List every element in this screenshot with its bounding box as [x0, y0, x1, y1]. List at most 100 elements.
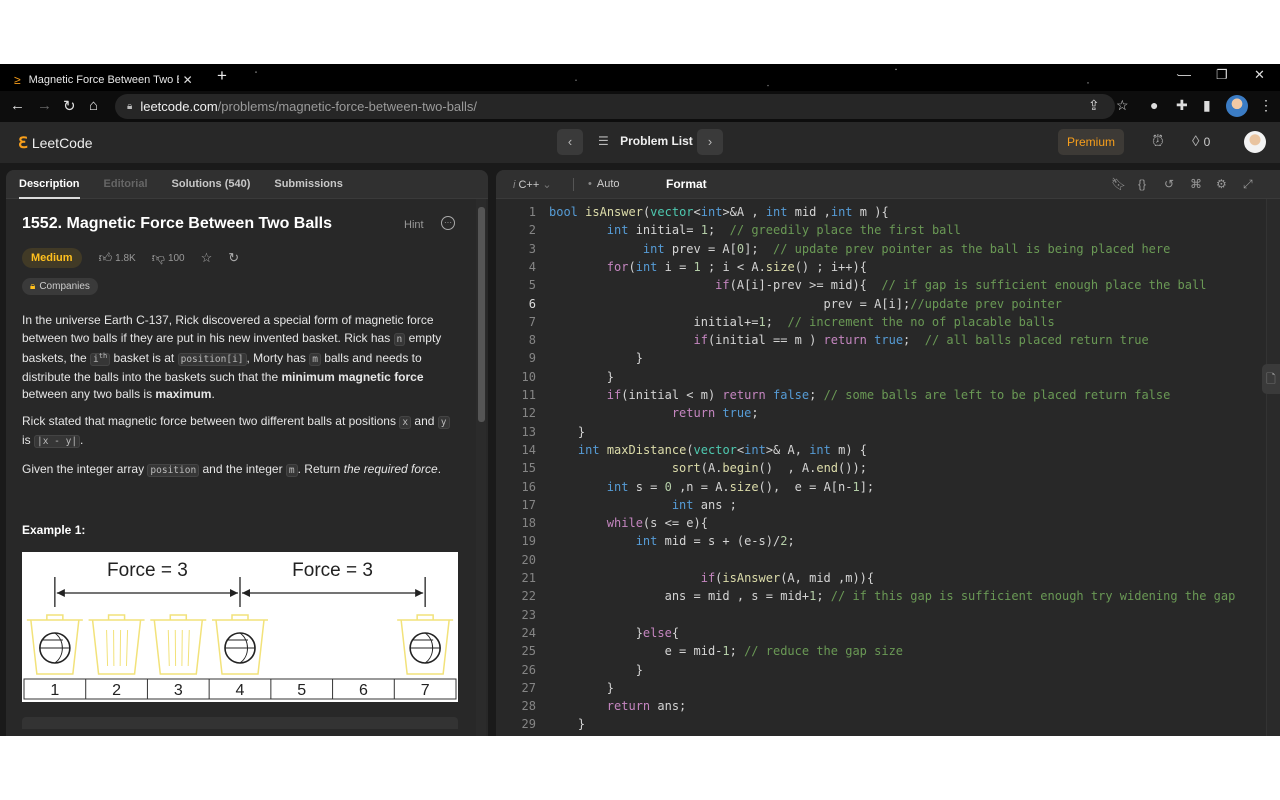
- url-input[interactable]: 🔒︎ leetcode.com /problems/magnetic-force…: [115, 94, 1115, 119]
- puzzle-icon[interactable]: ✚: [1176, 97, 1188, 114]
- forward-icon[interactable]: →: [37, 97, 52, 114]
- tab-submissions[interactable]: Submissions: [274, 170, 342, 199]
- language-select[interactable]: i C++ ⌄: [513, 178, 552, 191]
- browser-tab[interactable]: ≥ Magnetic Force Between Two Bal ✕: [14, 68, 204, 91]
- settings-gear-icon[interactable]: ⚙: [1216, 177, 1227, 191]
- companies-tag[interactable]: 🔒︎ Companies: [22, 278, 98, 295]
- new-tab-icon[interactable]: +: [217, 66, 227, 86]
- code-line[interactable]: int prev = A[0]; // update prev pointer …: [549, 242, 1170, 256]
- menu-icon[interactable]: ⋮: [1259, 97, 1273, 114]
- tab-description[interactable]: Description: [19, 170, 80, 199]
- bookmark-icon[interactable]: 🔖︎: [1111, 177, 1126, 191]
- favorite-star-icon[interactable]: ☆: [201, 250, 213, 266]
- line-number: 11: [521, 388, 536, 402]
- hint-button[interactable]: Hint: [404, 219, 424, 231]
- next-problem-button[interactable]: ›: [697, 129, 723, 155]
- code-line[interactable]: return ans;: [549, 699, 686, 713]
- basket-stripe: [187, 629, 190, 667]
- timer-icon[interactable]: ⏰︎: [1152, 133, 1164, 150]
- share-icon[interactable]: ⇪: [1088, 97, 1100, 114]
- code-line[interactable]: if(A[i]-prev >= mid){ // if gap is suffi…: [549, 278, 1206, 292]
- like-button[interactable]: 👍︎ 1.8K: [99, 250, 136, 266]
- braces-icon[interactable]: {}: [1138, 177, 1146, 191]
- basket-icon: [150, 614, 207, 675]
- code-line[interactable]: e = mid-1; // reduce the gap size: [549, 644, 903, 658]
- code-line[interactable]: if(isAnswer(A, mid ,m)){: [549, 571, 874, 585]
- code-line[interactable]: int s = 0 ,n = A.size(), e = A[n-1];: [549, 480, 874, 494]
- code-line[interactable]: int maxDistance(vector<int>& A, int m) {: [549, 443, 867, 457]
- home-icon[interactable]: ⌂: [89, 97, 98, 114]
- line-number: 13: [521, 424, 536, 439]
- line-number: 8: [528, 333, 536, 348]
- tab-editorial[interactable]: Editorial: [104, 170, 148, 199]
- line-number: 15: [521, 461, 536, 476]
- code-line[interactable]: if(initial == m ) return true; // all ba…: [549, 333, 1149, 347]
- code-area[interactable]: 1 bool isAnswer(vector<int>&A , int mid ,…: [496, 199, 1280, 736]
- sidebar-icon[interactable]: ▮: [1203, 97, 1211, 114]
- code-line[interactable]: while(s <= e){: [549, 516, 708, 530]
- dislike-button[interactable]: 👎︎ 100: [152, 250, 185, 266]
- code-line[interactable]: }: [549, 681, 614, 695]
- file-icon[interactable]: 🗋: [1262, 364, 1280, 394]
- code-line[interactable]: bool isAnswer(vector<int>&A , int mid ,i…: [549, 205, 889, 219]
- code-line[interactable]: }else{: [549, 626, 679, 640]
- auto-mode-label: Auto: [596, 178, 620, 190]
- code-line[interactable]: return true;: [549, 406, 759, 420]
- code-line[interactable]: }: [549, 370, 614, 384]
- arrowhead-left: [242, 589, 250, 597]
- line-number: 18: [521, 516, 536, 531]
- share-link-icon[interactable]: ↻: [228, 250, 239, 266]
- reset-icon[interactable]: ↺: [1164, 177, 1174, 191]
- streak-button[interactable]: ◊ 0: [1192, 133, 1210, 150]
- star-icon[interactable]: ☆: [1116, 97, 1129, 114]
- example-figure: 1 2 3 4 5 6 7 Force = 3 Force = 3: [22, 552, 458, 702]
- language-label: C++: [518, 178, 540, 191]
- code-line[interactable]: if(initial < m) return false; // some ba…: [549, 388, 1171, 402]
- leetcode-logo[interactable]: ℇ LeetCode: [18, 133, 93, 153]
- description-scrollbar[interactable]: [476, 199, 486, 736]
- format-button[interactable]: Format: [666, 177, 707, 191]
- premium-button[interactable]: Premium: [1058, 129, 1124, 155]
- panel-resize-handle[interactable]: [488, 170, 496, 736]
- code-line[interactable]: initial+=1; // increment the no of placa…: [549, 315, 1054, 329]
- arrowhead-right: [230, 589, 238, 597]
- editor-scrollbar[interactable]: [1266, 199, 1280, 736]
- code-line[interactable]: }: [549, 717, 585, 731]
- code-line[interactable]: }: [549, 425, 585, 439]
- address-bar-row: ← → ↻ ⌂ 🔒︎ leetcode.com /problems/magnet…: [0, 91, 1280, 122]
- auto-mode-toggle[interactable]: • Auto: [588, 178, 620, 190]
- prev-problem-button[interactable]: ‹: [557, 129, 583, 155]
- code-line[interactable]: prev = A[i];//update prev pointer: [549, 297, 1062, 311]
- close-tab-icon[interactable]: ✕: [183, 73, 193, 87]
- code-line[interactable]: int ans ;: [549, 498, 737, 512]
- scrollbar-thumb[interactable]: [478, 207, 485, 422]
- line-number: 3: [528, 241, 536, 256]
- browser-window: ≥ Magnetic Force Between Two Bal ✕ + — ❐…: [0, 64, 1280, 736]
- line-number: 10: [521, 369, 536, 384]
- code-line[interactable]: sort(A.begin() , A.end());: [549, 461, 867, 475]
- position-label: 3: [174, 682, 183, 699]
- more-options-icon[interactable]: ···: [441, 216, 455, 230]
- code-line[interactable]: ans = mid , s = mid+1; // if this gap is…: [549, 589, 1236, 603]
- code-line[interactable]: }: [549, 663, 643, 677]
- extension-icon[interactable]: ●: [1150, 97, 1158, 113]
- profile-icon[interactable]: [1226, 95, 1248, 117]
- shortcuts-icon[interactable]: ⌘: [1190, 177, 1202, 191]
- line-number: 16: [521, 479, 536, 494]
- user-avatar[interactable]: [1244, 131, 1266, 153]
- restore-icon[interactable]: ❐: [1216, 67, 1228, 83]
- code-line[interactable]: for(int i = 1 ; i < A.size() ; i++){: [549, 260, 867, 274]
- code-line[interactable]: int initial= 1; // greedily place the fi…: [549, 223, 961, 237]
- code-line[interactable]: int mid = s + (e-s)/2;: [549, 534, 795, 548]
- code-line[interactable]: }: [549, 351, 643, 365]
- problem-list-button[interactable]: ☰ Problem List: [598, 134, 693, 148]
- fullscreen-icon[interactable]: ⤢: [1243, 177, 1253, 192]
- reload-icon[interactable]: ↻: [63, 97, 76, 115]
- lock-icon: 🔒︎: [127, 101, 133, 112]
- tab-solutions[interactable]: Solutions (540): [172, 170, 251, 199]
- back-icon[interactable]: ←: [10, 97, 25, 114]
- close-window-icon[interactable]: ✕: [1254, 67, 1265, 83]
- companies-label: Companies: [39, 281, 90, 292]
- minimize-icon[interactable]: —: [1178, 67, 1191, 82]
- line-number: 5: [528, 278, 536, 293]
